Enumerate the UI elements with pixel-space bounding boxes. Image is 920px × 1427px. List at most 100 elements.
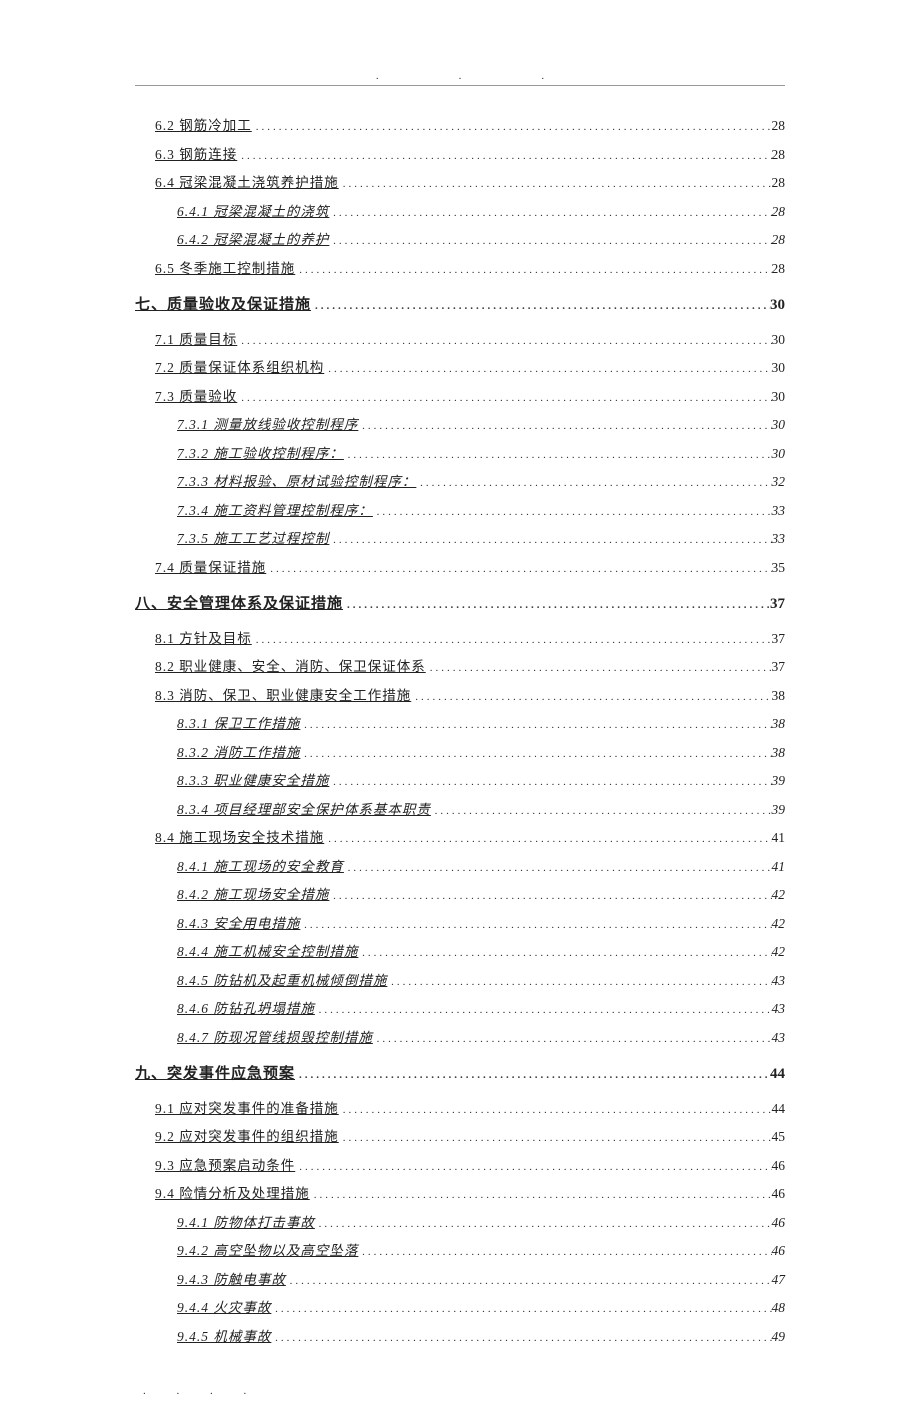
- toc-entry-page: 45: [772, 1129, 786, 1145]
- toc-leader-dots: [237, 389, 771, 405]
- toc-entry[interactable]: 7.4 质量保证措施35: [135, 556, 785, 576]
- toc-entry-title: 8.2 职业健康、安全、消防、保卫保证体系: [155, 655, 426, 675]
- table-of-contents: 6.2 钢筋冷加工286.3 钢筋连接286.4 冠梁混凝土浇筑养护措施286.…: [135, 114, 785, 1345]
- toc-entry[interactable]: 9.1 应对突发事件的准备措施44: [135, 1097, 785, 1117]
- toc-entry[interactable]: 8.3.2 消防工作措施38: [135, 741, 785, 761]
- toc-entry[interactable]: 9.2 应对突发事件的组织措施45: [135, 1125, 785, 1145]
- toc-entry-page: 47: [772, 1272, 786, 1288]
- toc-entry-page: 42: [772, 944, 786, 960]
- toc-entry-title: 9.4.5 机械事故: [177, 1325, 271, 1345]
- toc-entry[interactable]: 8.4.3 安全用电措施 42: [135, 912, 785, 932]
- toc-entry[interactable]: 7.3.1 测量放线验收控制程序30: [135, 413, 785, 433]
- toc-entry[interactable]: 6.4 冠梁混凝土浇筑养护措施28: [135, 171, 785, 191]
- toc-entry-page: 38: [772, 716, 786, 732]
- toc-entry-page: 38: [772, 688, 786, 704]
- toc-entry-title: 9.4 险情分析及处理措施: [155, 1182, 310, 1202]
- toc-entry-page: 30: [770, 297, 785, 314]
- toc-entry-title: 9.1 应对突发事件的准备措施: [155, 1097, 339, 1117]
- header-rule: [135, 85, 785, 86]
- toc-entry-title: 7.3.2 施工验收控制程序：: [177, 442, 344, 462]
- toc-entry[interactable]: 7.3.5 施工工艺过程控制33: [135, 527, 785, 547]
- toc-entry[interactable]: 9.4.4 火灾事故48: [135, 1296, 785, 1316]
- toc-entry[interactable]: 9.4.3 防触电事故47: [135, 1268, 785, 1288]
- toc-entry[interactable]: 6.3 钢筋连接28: [135, 143, 785, 163]
- toc-leader-dots: [266, 560, 771, 576]
- toc-entry-page: 28: [772, 232, 786, 248]
- toc-entry[interactable]: 8.3.3 职业健康安全措施39: [135, 769, 785, 789]
- toc-entry-title: 8.3.1 保卫工作措施: [177, 712, 300, 732]
- toc-entry-page: 43: [772, 1001, 786, 1017]
- toc-entry-page: 42: [772, 887, 786, 903]
- toc-entry[interactable]: 7.3.4 施工资料管理控制程序： 33: [135, 499, 785, 519]
- toc-entry[interactable]: 八、安全管理体系及保证措施37: [135, 592, 785, 613]
- toc-entry[interactable]: 9.4 险情分析及处理措施46: [135, 1182, 785, 1202]
- toc-entry-page: 32: [772, 474, 786, 490]
- toc-entry-page: 44: [770, 1066, 785, 1083]
- toc-entry[interactable]: 9.4.1 防物体打击事故46: [135, 1211, 785, 1231]
- toc-entry-title: 6.4 冠梁混凝土浇筑养护措施: [155, 171, 339, 191]
- toc-entry[interactable]: 8.4.4 施工机械安全控制措施 42: [135, 940, 785, 960]
- toc-entry[interactable]: 6.4.2 冠梁混凝土的养护28: [135, 228, 785, 248]
- toc-entry-page: 43: [772, 1030, 786, 1046]
- toc-entry-page: 42: [772, 916, 786, 932]
- toc-entry-page: 28: [772, 118, 786, 134]
- toc-leader-dots: [252, 631, 772, 647]
- toc-entry[interactable]: 6.2 钢筋冷加工28: [135, 114, 785, 134]
- toc-leader-dots: [237, 147, 771, 163]
- toc-leader-dots: [300, 745, 771, 761]
- toc-entry[interactable]: 7.3.2 施工验收控制程序： 30: [135, 442, 785, 462]
- toc-leader-dots: [373, 1030, 772, 1046]
- toc-entry-title: 8.4.7 防现况管线损毁控制措施: [177, 1026, 373, 1046]
- toc-entry[interactable]: 7.1 质量目标30: [135, 328, 785, 348]
- toc-leader-dots: [344, 859, 772, 875]
- toc-entry[interactable]: 8.3 消防、保卫、职业健康安全工作措施38: [135, 684, 785, 704]
- toc-leader-dots: [358, 944, 771, 960]
- toc-entry[interactable]: 九、突发事件应急预案44: [135, 1062, 785, 1083]
- toc-leader-dots: [358, 1243, 771, 1259]
- toc-leader-dots: [286, 1272, 772, 1288]
- toc-entry[interactable]: 8.1 方针及目标37: [135, 627, 785, 647]
- toc-entry[interactable]: 8.4.7 防现况管线损毁控制措施 43: [135, 1026, 785, 1046]
- toc-entry-page: 35: [772, 560, 786, 576]
- toc-entry[interactable]: 七、质量验收及保证措施30: [135, 293, 785, 314]
- toc-entry[interactable]: 8.3.4 项目经理部安全保护体系基本职责39: [135, 798, 785, 818]
- toc-entry[interactable]: 6.4.1 冠梁混凝土的浇筑28: [135, 200, 785, 220]
- toc-leader-dots: [252, 118, 772, 134]
- toc-entry-page: 37: [770, 596, 785, 613]
- toc-leader-dots: [426, 659, 772, 675]
- toc-entry-page: 28: [772, 147, 786, 163]
- toc-entry[interactable]: 8.4.6 防钻孔坍塌措施 43: [135, 997, 785, 1017]
- toc-entry-page: 33: [772, 503, 786, 519]
- toc-entry-page: 49: [772, 1329, 786, 1345]
- toc-entry[interactable]: 8.4.5 防钻机及起重机械倾倒措施43: [135, 969, 785, 989]
- page-footer-dots: . . . .: [135, 1385, 785, 1397]
- toc-entry[interactable]: 8.4 施工现场安全技术措施41: [135, 826, 785, 846]
- toc-leader-dots: [339, 1101, 772, 1117]
- toc-entry-title: 7.1 质量目标: [155, 328, 237, 348]
- toc-entry-title: 8.4.4 施工机械安全控制措施: [177, 940, 358, 960]
- toc-entry-page: 48: [772, 1300, 786, 1316]
- toc-entry[interactable]: 8.4.2 施工现场安全措施42: [135, 883, 785, 903]
- toc-leader-dots: [271, 1329, 771, 1345]
- toc-entry[interactable]: 9.3 应急预案启动条件46: [135, 1154, 785, 1174]
- toc-entry-title: 8.4.1 施工现场的安全教育: [177, 855, 344, 875]
- toc-entry[interactable]: 8.4.1 施工现场的安全教育41: [135, 855, 785, 875]
- toc-entry[interactable]: 7.2 质量保证体系组织机构30: [135, 356, 785, 376]
- toc-leader-dots: [300, 716, 771, 732]
- toc-entry-title: 9.3 应急预案启动条件: [155, 1154, 295, 1174]
- toc-entry[interactable]: 9.4.2 高空坠物以及高空坠落46: [135, 1239, 785, 1259]
- toc-entry-page: 30: [772, 446, 786, 462]
- toc-entry-title: 8.4.3 安全用电措施: [177, 912, 300, 932]
- toc-entry[interactable]: 9.4.5 机械事故 49: [135, 1325, 785, 1345]
- toc-entry-title: 7.3.4 施工资料管理控制程序：: [177, 499, 373, 519]
- toc-entry[interactable]: 8.2 职业健康、安全、消防、保卫保证体系37: [135, 655, 785, 675]
- toc-entry[interactable]: 7.3.3 材料报验、原材试验控制程序：32: [135, 470, 785, 490]
- toc-leader-dots: [315, 1215, 772, 1231]
- toc-entry[interactable]: 7.3 质量验收30: [135, 385, 785, 405]
- toc-entry[interactable]: 8.3.1 保卫工作措施 38: [135, 712, 785, 732]
- toc-entry-title: 8.4.6 防钻孔坍塌措施: [177, 997, 315, 1017]
- toc-leader-dots: [295, 1158, 771, 1174]
- toc-entry-title: 6.4.1 冠梁混凝土的浇筑: [177, 200, 329, 220]
- toc-entry[interactable]: 6.5 冬季施工控制措施28: [135, 257, 785, 277]
- toc-leader-dots: [339, 175, 772, 191]
